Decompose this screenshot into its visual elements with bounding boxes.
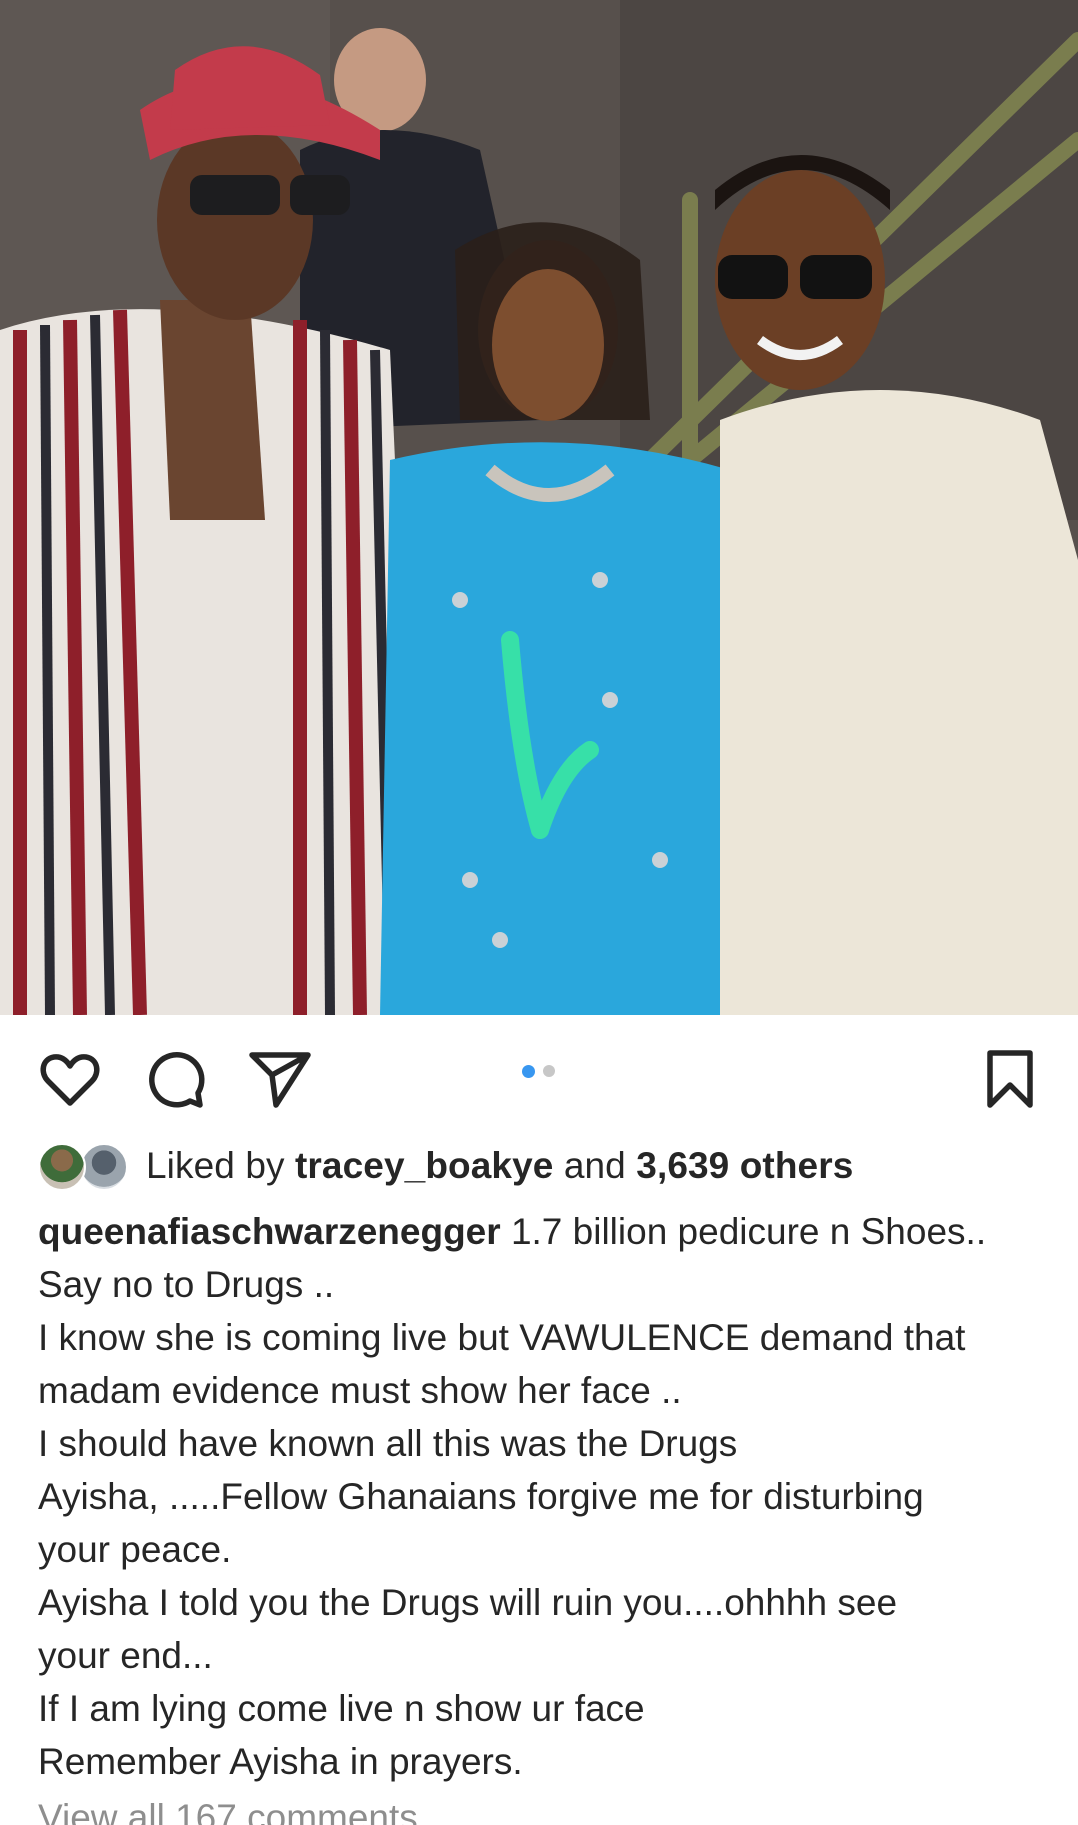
photo-illustration <box>0 0 1078 1015</box>
avatar <box>38 1143 86 1191</box>
liked-by-user-link[interactable]: tracey_boakye <box>295 1145 553 1186</box>
liked-by-joiner: and <box>563 1145 626 1186</box>
caption-line: If I am lying come live n show ur face <box>38 1688 645 1729</box>
caption-line: I should have known all this was the Dru… <box>38 1423 738 1464</box>
heart-icon <box>40 1054 100 1106</box>
liked-by-others-link[interactable]: 3,639 others <box>636 1145 853 1186</box>
post-photo[interactable] <box>0 0 1078 1015</box>
liked-by-prefix: Liked by <box>146 1145 285 1186</box>
caption-line: I know she is coming live but VAWULENCE … <box>38 1317 966 1358</box>
likes-text: Liked by tracey_boakye and 3,639 others <box>146 1145 853 1187</box>
caption-text: 1.7 billion pedicure n Shoes.. <box>510 1211 987 1252</box>
like-button[interactable] <box>38 1047 102 1111</box>
send-icon <box>249 1052 311 1108</box>
view-all-comments-link[interactable]: View all 167 comments <box>38 1797 418 1825</box>
caption-line: Ayisha, .....Fellow Ghanaians forgive me… <box>38 1476 924 1517</box>
share-button[interactable] <box>248 1047 312 1111</box>
caption-username-link[interactable]: queenafiaschwarzenegger <box>38 1211 501 1252</box>
carousel-dot <box>543 1065 555 1077</box>
caption-line: madam evidence must show her face .. <box>38 1370 682 1411</box>
likes-row: Liked by tracey_boakye and 3,639 others <box>38 1140 853 1192</box>
comment-icon <box>149 1052 205 1108</box>
caption-first-line: queenafiaschwarzenegger 1.7 billion pedi… <box>38 1205 1048 1258</box>
caption-line: your peace. <box>38 1529 232 1570</box>
liker-avatars[interactable] <box>38 1143 130 1191</box>
comment-button[interactable] <box>143 1047 207 1111</box>
caption-line: Ayisha I told you the Drugs will ruin yo… <box>38 1582 898 1623</box>
caption-line: Say no to Drugs .. <box>38 1264 335 1305</box>
avatar <box>80 1143 128 1191</box>
carousel-dot-active <box>522 1065 535 1078</box>
instagram-post: Liked by tracey_boakye and 3,639 others … <box>0 0 1078 1825</box>
caption-line: your end... <box>38 1635 213 1676</box>
caption-line: Remember Ayisha in prayers. <box>38 1741 523 1782</box>
save-button[interactable] <box>978 1047 1042 1111</box>
carousel-indicator <box>522 1065 555 1078</box>
post-caption: queenafiaschwarzenegger 1.7 billion pedi… <box>38 1205 1048 1788</box>
bookmark-icon <box>987 1050 1033 1108</box>
